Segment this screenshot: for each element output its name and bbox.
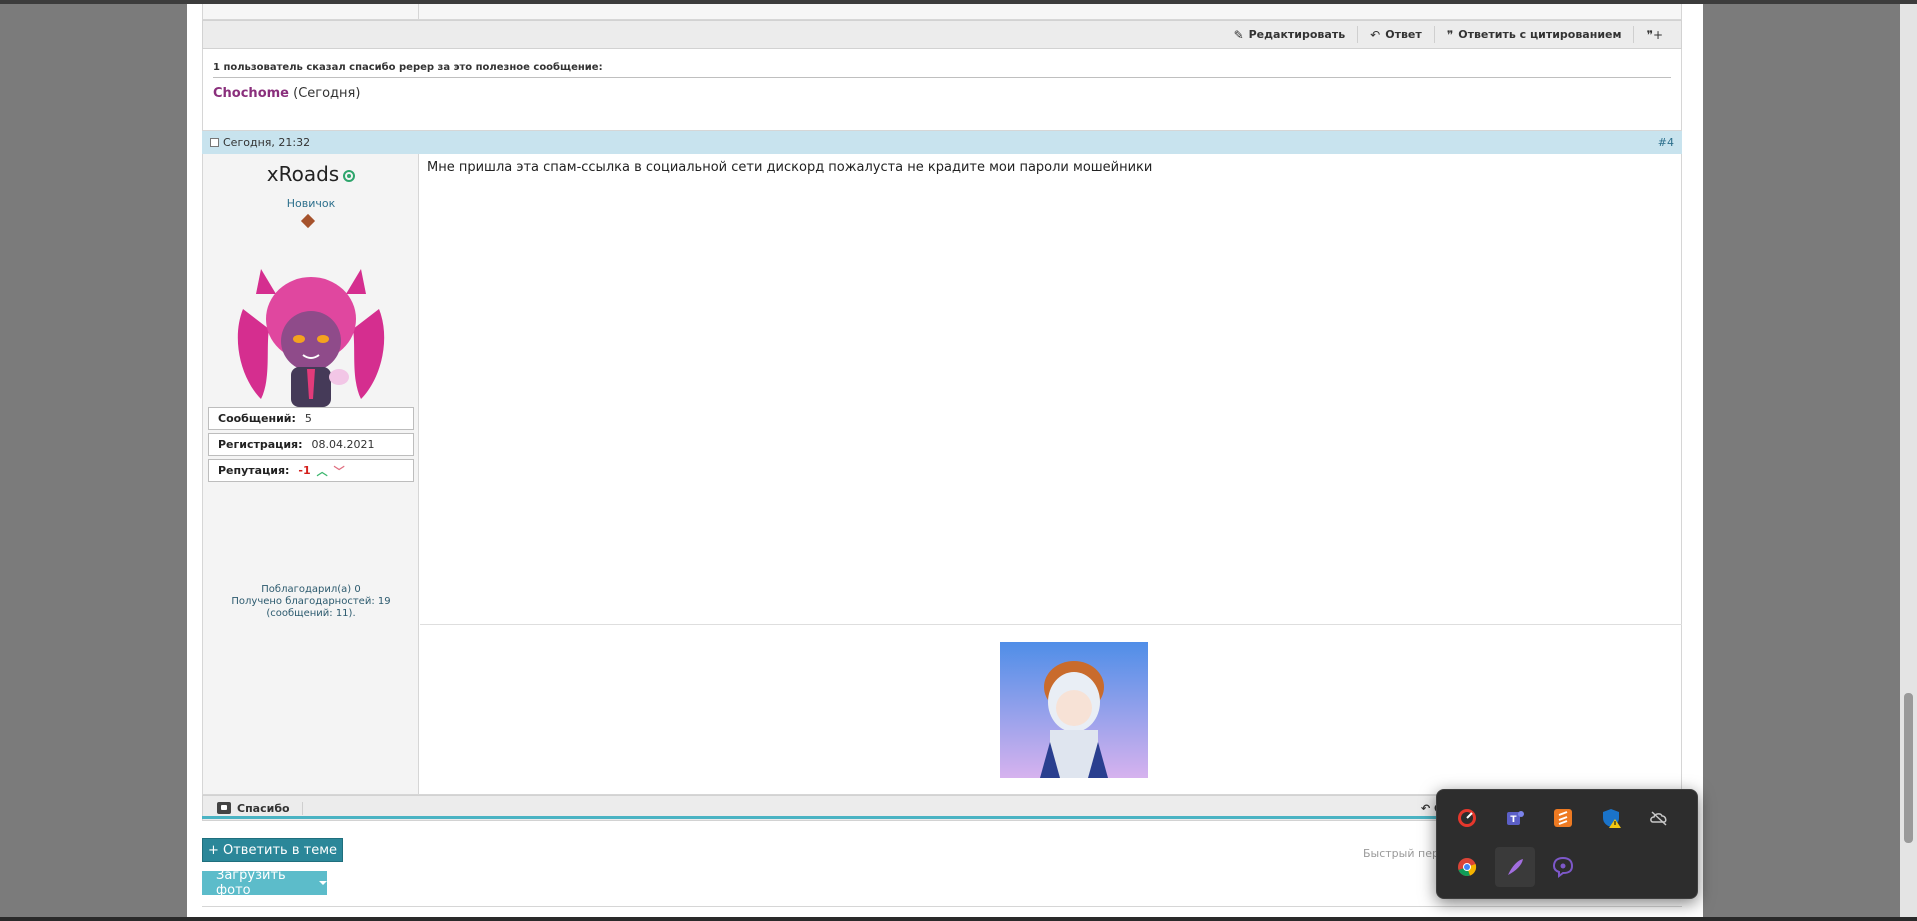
dropdown-caret-icon <box>319 881 327 885</box>
thanks-box: 1 пользователь сказал спасибо pepep за э… <box>202 49 1682 131</box>
previous-post-bottom <box>202 4 1682 20</box>
quote-icon: ❞ <box>1446 27 1454 42</box>
thanks-line: Chochome (Сегодня) <box>213 86 1671 101</box>
chrome-icon[interactable] <box>1447 847 1487 887</box>
page-bottom-line <box>202 906 1682 907</box>
reputation-value: -1 <box>298 464 311 477</box>
reply-thread-button[interactable]: + Ответить в теме <box>202 838 343 862</box>
thanks-when: (Сегодня) <box>293 86 361 101</box>
thumbs-up-icon <box>217 802 231 814</box>
username-line: xRoads <box>203 162 419 186</box>
window-bottom-border <box>0 917 1917 921</box>
signature-image <box>1000 642 1148 778</box>
received-count: Получено благодарностей: 19 (сообщений: … <box>231 596 391 619</box>
pencil-icon: ✎ <box>1233 27 1244 42</box>
online-status-icon <box>343 170 356 182</box>
quick-navigation[interactable]: Быстрый пере <box>1363 847 1446 860</box>
feather-icon[interactable] <box>1495 847 1535 887</box>
signature-separator <box>420 624 1682 625</box>
stat-posts: Сообщений: 5 <box>208 407 414 430</box>
previous-post-actions: ✎ Редактировать ↶ Ответ ❞ Ответить с цитиро… <box>202 20 1682 49</box>
svg-text:T: T <box>1510 815 1517 825</box>
sublime-icon[interactable] <box>1543 798 1583 838</box>
teams-icon[interactable]: T <box>1495 798 1535 838</box>
user-avatar[interactable] <box>221 249 401 429</box>
post-number-link[interactable]: #4 <box>1658 136 1674 149</box>
multi-quote-button[interactable]: ❞+ <box>1633 26 1675 43</box>
user-info-panel: xRoads Новичок Сообщений: 5 Регистрация: 0… <box>203 154 419 794</box>
defender-warning-icon[interactable] <box>1591 798 1631 838</box>
cloud-offline-icon[interactable] <box>1639 798 1679 838</box>
page-scrollbar[interactable] <box>1900 4 1917 917</box>
post-header: Сегодня, 21:32 #4 <box>202 131 1682 154</box>
quote-reply-button[interactable]: ❞ Ответить с цитированием <box>1433 26 1634 43</box>
viber-icon[interactable] <box>1543 847 1583 887</box>
thanks-stats: Поблагодарил(а) 0 Получено благодарносте… <box>208 584 414 620</box>
user-title: Новичок <box>286 197 336 210</box>
speedtest-icon[interactable] <box>1447 798 1487 838</box>
edit-button[interactable]: ✎ Редактировать <box>1222 26 1358 43</box>
scrollbar-thumb[interactable] <box>1904 693 1913 843</box>
reply-arrow-icon: ↶ <box>1370 27 1381 42</box>
thanks-user-link[interactable]: Chochome <box>213 86 289 101</box>
stat-registration: Регистрация: 08.04.2021 <box>208 433 414 456</box>
reply-arrow-icon: ↶ <box>1421 802 1435 815</box>
system-tray-popup: T <box>1436 789 1698 899</box>
username-link[interactable]: xRoads <box>267 162 339 186</box>
forum-page: ✎ Редактировать ↶ Ответ ❞ Ответить с цитиро… <box>187 4 1703 917</box>
reply-button[interactable]: ↶ Ответ <box>1357 26 1434 43</box>
upload-photo-button[interactable]: Загрузить фото <box>202 868 327 898</box>
rank-gem-icon <box>300 213 316 229</box>
thanked-count: Поблагодарил(а) 0 <box>261 584 361 595</box>
post-select-checkbox[interactable] <box>210 138 219 147</box>
thanks-button[interactable]: Спасибо <box>217 801 303 815</box>
post-content: Мне пришла эта спам-ссылка в социальной … <box>427 160 1153 175</box>
post-date: Сегодня, 21:32 <box>223 136 311 149</box>
multi-quote-icon: ❞+ <box>1646 27 1663 42</box>
thanks-title: 1 пользователь сказал спасибо pepep за э… <box>213 62 1671 78</box>
rep-down-icon[interactable]: ﹀ <box>334 463 345 479</box>
stat-reputation: Репутация: -1 ︿ ﹀ <box>208 459 414 482</box>
post-body: xRoads Новичок Сообщений: 5 Регистрация: 0… <box>202 154 1682 795</box>
rep-up-icon[interactable]: ︿ <box>317 463 328 479</box>
